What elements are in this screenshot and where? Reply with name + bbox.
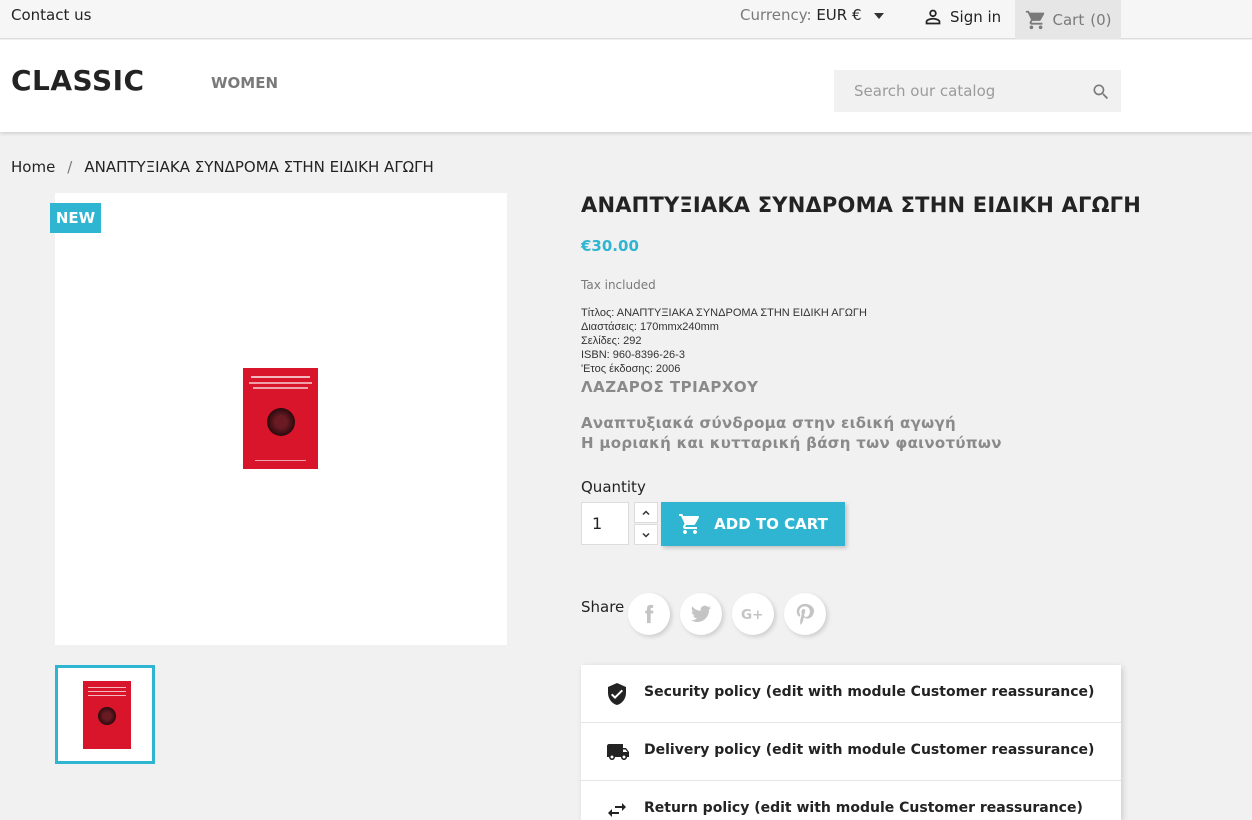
reassurance-text: Security policy (edit with module Custom… <box>644 684 1095 700</box>
reassurance-item: Return policy (edit with module Customer… <box>581 781 1121 820</box>
detail-pages: Σελίδες: 292 <box>581 335 642 347</box>
detail-dimensions: Διαστάσεις: 170mmx240mm <box>581 321 719 333</box>
facebook-icon <box>645 604 654 624</box>
detail-title: Τίτλος: ΑΝΑΠΤΥΞΙΑΚΑ ΣΥΝΔΡΟΜΑ ΣΤΗΝ ΕΙΔΙΚΗ… <box>581 307 867 319</box>
breadcrumb-home[interactable]: Home <box>11 158 55 176</box>
cover-emblem <box>267 408 295 436</box>
breadcrumb-current[interactable]: ΑΝΑΠΤΥΞΙΑΚΑ ΣΥΝΔΡΟΜΑ ΣΤΗΝ ΕΙΔΙΚΗ ΑΓΩΓΗ <box>84 158 433 176</box>
currency-label: Currency: <box>740 6 812 24</box>
cover-text-line <box>88 691 126 692</box>
truck-icon <box>607 744 629 760</box>
breadcrumb-separator: / <box>67 158 73 176</box>
product-title: ΑΝΑΠΤΥΞΙΑΚΑ ΣΥΝΔΡΟΜΑ ΣΤΗΝ ΕΙΔΙΚΗ ΑΓΩΓΗ <box>581 193 1141 217</box>
google-plus-share-button[interactable]: G+ <box>732 593 774 635</box>
cover-text-line <box>88 687 126 688</box>
quantity-increase-button[interactable] <box>634 502 658 523</box>
cart-button[interactable]: Cart (0) <box>1015 0 1121 39</box>
reassurance-text: Return policy (edit with module Customer… <box>644 800 1083 816</box>
cover-text-line <box>251 376 310 378</box>
product-subtitle: Αναπτυξιακά σύνδρομα στην ειδική αγωγή Η… <box>581 413 1002 453</box>
quantity-decrease-button[interactable] <box>634 524 658 545</box>
currency-selector[interactable]: Currency: EUR € <box>740 6 885 24</box>
sign-in-label: Sign in <box>950 8 1002 26</box>
search-box <box>834 70 1121 112</box>
tax-label: Tax included <box>581 278 656 292</box>
site-header: CLASSIC WOMEN <box>0 40 1252 132</box>
add-to-cart-label: ADD TO CART <box>714 515 828 533</box>
detail-isbn: ISBN: 960-8396-26-3 <box>581 349 685 361</box>
chevron-down-icon <box>642 532 650 538</box>
user-icon <box>925 9 941 25</box>
pinterest-share-button[interactable] <box>784 593 826 635</box>
product-author: ΛΑΖΑΡΟΣ ΤΡΙΑΡΧΟΥ <box>581 378 759 396</box>
top-nav-bar: Contact us Currency: EUR € Sign in Cart … <box>0 0 1252 39</box>
breadcrumb: Home / ΑΝΑΠΤΥΞΙΑΚΑ ΣΥΝΔΡΟΜΑ ΣΤΗΝ ΕΙΔΙΚΗ … <box>11 158 434 176</box>
add-to-cart-button[interactable]: ADD TO CART <box>661 502 845 546</box>
shield-check-icon <box>608 683 626 705</box>
reassurance-block: Security policy (edit with module Custom… <box>581 665 1121 820</box>
reassurance-text: Delivery policy (edit with module Custom… <box>644 742 1095 758</box>
book-cover-image[interactable] <box>243 368 318 469</box>
caret-down-icon[interactable] <box>874 12 885 19</box>
quantity-label: Quantity <box>581 478 646 496</box>
google-plus-icon: G+ <box>741 607 764 623</box>
reassurance-item: Security policy (edit with module Custom… <box>581 665 1121 723</box>
subtitle-line: Η μοριακή και κυτταρική βάση των φαινοτύ… <box>581 434 1002 452</box>
facebook-share-button[interactable] <box>628 593 670 635</box>
cover-text-line <box>255 460 306 461</box>
subtitle-line: Αναπτυξιακά σύνδρομα στην ειδική αγωγή <box>581 414 956 432</box>
sign-in-link[interactable]: Sign in <box>922 6 1001 28</box>
cart-count: (0) <box>1090 10 1112 29</box>
pinterest-icon <box>796 603 815 625</box>
product-price: €30.00 <box>581 237 639 255</box>
new-badge: NEW <box>50 203 101 233</box>
share-label: Share <box>581 598 625 616</box>
thumbnail-book-image <box>83 681 131 749</box>
cart-label: Cart <box>1052 10 1085 29</box>
svg-text:G+: G+ <box>741 607 764 623</box>
cart-icon <box>1025 10 1044 29</box>
menu-item-women[interactable]: WOMEN <box>211 74 278 92</box>
contact-us-link[interactable]: Contact us <box>11 6 91 24</box>
cover-emblem <box>98 707 116 725</box>
cart-icon <box>679 514 700 534</box>
product-details: Τίτλος: ΑΝΑΠΤΥΞΙΑΚΑ ΣΥΝΔΡΟΜΑ ΣΤΗΝ ΕΙΔΙΚΗ… <box>581 306 867 376</box>
product-thumbnail[interactable] <box>55 665 155 764</box>
cover-text-line <box>88 695 126 696</box>
currency-value[interactable]: EUR € <box>816 6 861 24</box>
search-icon[interactable] <box>1091 82 1111 102</box>
twitter-icon <box>690 605 712 622</box>
search-input[interactable] <box>834 70 1074 112</box>
swap-arrows-icon <box>608 803 626 817</box>
quantity-input[interactable] <box>581 502 629 545</box>
cover-text-line <box>253 387 308 389</box>
twitter-share-button[interactable] <box>680 593 722 635</box>
cover-text-line <box>249 382 312 384</box>
reassurance-item: Delivery policy (edit with module Custom… <box>581 723 1121 781</box>
detail-year: 'Ετος έκδοσης: 2006 <box>581 363 681 375</box>
chevron-up-icon <box>642 509 650 515</box>
site-logo[interactable]: CLASSIC <box>11 64 145 97</box>
